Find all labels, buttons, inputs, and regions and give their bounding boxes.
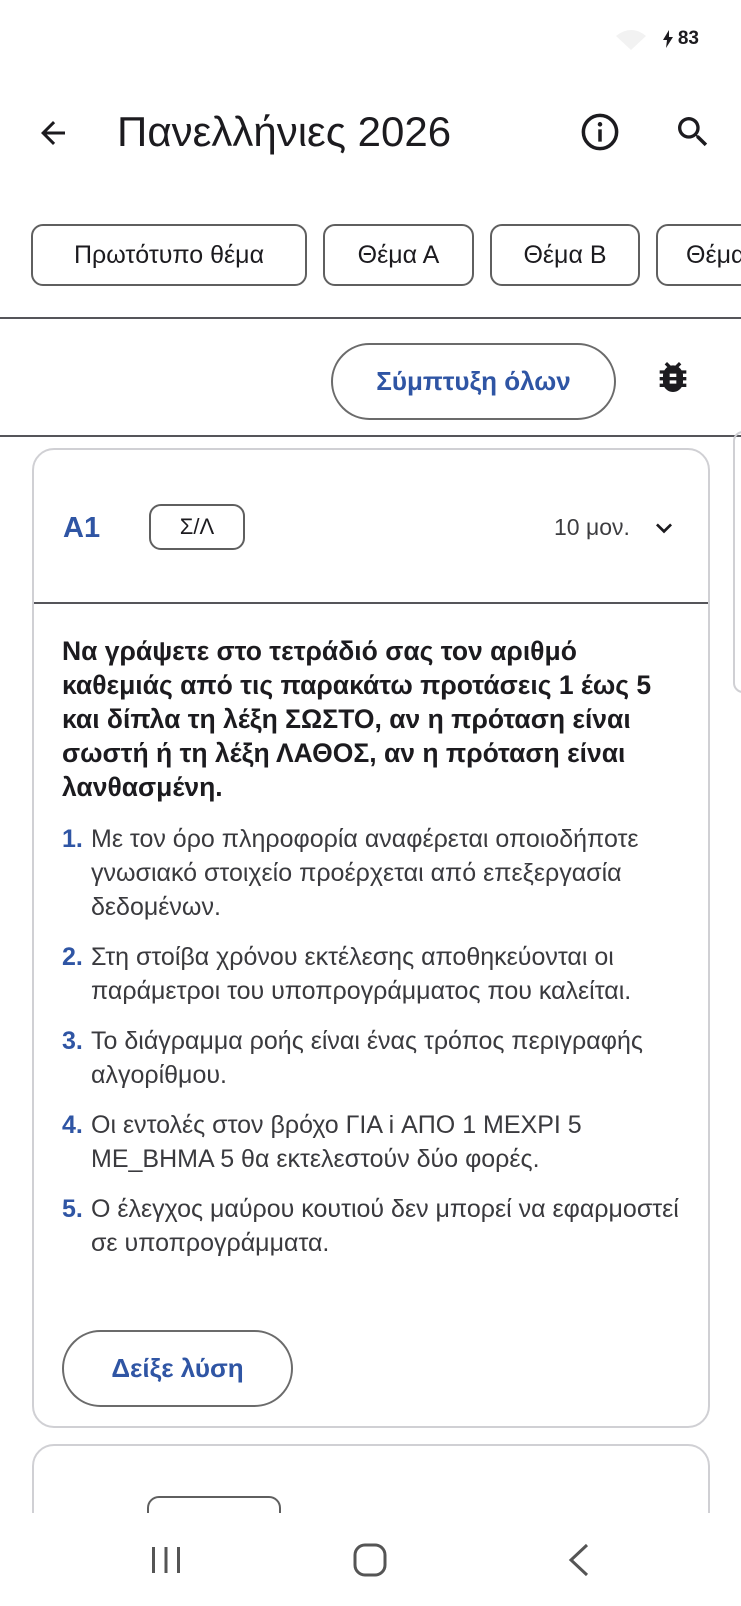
info-button[interactable] [576, 108, 624, 156]
item-number: 2. [62, 943, 83, 971]
next-card-peek [733, 431, 741, 693]
question-header[interactable]: Α1 Σ/Λ 10 μον. [34, 450, 708, 604]
search-icon [678, 117, 708, 147]
battery-indicator: 83 [653, 24, 707, 54]
item-number: 3. [62, 1027, 83, 1055]
wifi-icon [615, 30, 646, 50]
collapse-all-button[interactable]: Σύμπτυξη όλων [331, 343, 616, 420]
list-item: 3. Το διάγραμμα ροής είναι ένας τρόπος πε… [62, 1024, 692, 1092]
divider [0, 435, 741, 437]
system-nav-bar [0, 1513, 741, 1606]
question-points: 10 μον. [554, 514, 630, 540]
back-button[interactable] [30, 110, 76, 156]
home-icon [353, 1543, 387, 1577]
bug-icon [659, 362, 687, 392]
charging-icon [662, 30, 673, 48]
search-button[interactable] [669, 108, 717, 156]
back-arrow-icon [41, 121, 65, 145]
nav-back-icon [568, 1543, 589, 1577]
item-text: Οι εντολές στον βρόχο ΓΙΑ i ΑΠΟ 1 ΜΕΧΡΙ … [91, 1111, 582, 1173]
item-number: 1. [62, 825, 83, 853]
battery-level: 83 [677, 28, 699, 49]
item-text: Ο έλεγχος μαύρου κουτιού δεν μπορεί να ε… [91, 1195, 679, 1257]
item-text: Στη στοίβα χρόνου εκτέλεσης αποθηκεύοντα… [91, 943, 632, 1005]
status-icons: 83 [614, 24, 707, 54]
report-bug-button[interactable] [648, 352, 698, 402]
show-solution-button[interactable]: Δείξε λύση [62, 1330, 293, 1407]
item-number: 5. [62, 1195, 83, 1223]
item-text: Το διάγραμμα ροής είναι ένας τρόπος περι… [91, 1027, 643, 1089]
question-number: Α1 [63, 512, 101, 544]
list-item: 4. Οι εντολές στον βρόχο ΓΙΑ i ΑΠΟ 1 ΜΕΧΡ… [62, 1108, 692, 1176]
list-item: 5. Ο έλεγχος μαύρου κουτιού δεν μπορεί να… [62, 1192, 692, 1260]
list-item: 2. Στη στοίβα χρόνου εκτέλεσης αποθηκεύον… [62, 940, 692, 1008]
info-icon [581, 113, 619, 151]
item-text: Με τον όρο πληροφορία αναφέρεται οποιοδή… [91, 825, 639, 921]
expand-toggle[interactable] [646, 510, 682, 546]
recents-button[interactable] [143, 1535, 189, 1585]
tab-topic-a[interactable]: Θέμα Α [323, 224, 474, 286]
system-back-button[interactable] [556, 1535, 602, 1585]
item-number: 4. [62, 1111, 83, 1139]
status-bar: 12:57 83 [0, 0, 741, 78]
statement-list: 1. Με τον όρο πληροφορία αναφέρεται οποιο… [62, 822, 692, 1276]
question-text: Να γράψετε στο τετράδιό σας τον αριθμό κ… [62, 636, 652, 802]
status-time: 12:57 [34, 24, 106, 54]
tab-prototype-topic[interactable]: Πρωτότυπο θέμα [31, 224, 307, 286]
home-button[interactable] [345, 1535, 395, 1585]
list-item: 1. Με τον όρο πληροφορία αναφέρεται οποιο… [62, 822, 692, 924]
topic-tabs: Πρωτότυπο θέμα Θέμα Α Θέμα Β Θέμα [31, 224, 741, 286]
recents-icon [152, 1547, 180, 1573]
chevron-down-icon [656, 523, 672, 534]
tab-topic-c[interactable]: Θέμα [656, 224, 741, 286]
question-card: Α1 Σ/Λ 10 μον. Να γράψετε στο τετράδιό σ… [32, 448, 710, 1428]
app-bar: Πανελλήνιες 2026 [0, 90, 741, 176]
tab-topic-b[interactable]: Θέμα Β [490, 224, 640, 286]
divider [0, 317, 741, 319]
page-title: Πανελλήνιες 2026 [117, 108, 452, 155]
question-type-badge: Σ/Λ [149, 504, 245, 550]
